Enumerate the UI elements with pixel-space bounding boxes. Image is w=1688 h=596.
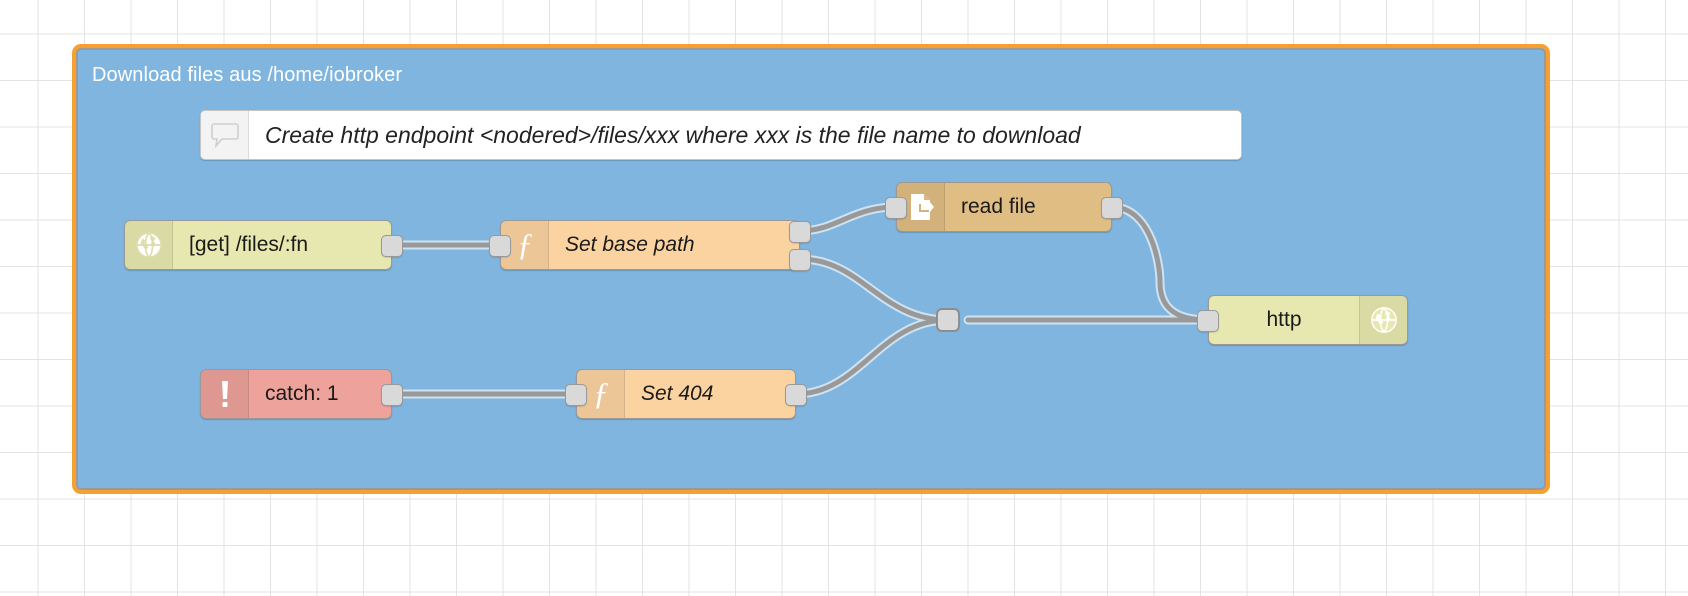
output-port-set-404[interactable] [785,384,807,406]
input-port-set-base-path[interactable] [489,235,511,257]
input-port-http-response[interactable] [1197,310,1219,332]
svg-text:ƒ: ƒ [517,228,533,262]
output-port-read-file[interactable] [1101,197,1123,219]
input-port-set-404[interactable] [565,384,587,406]
input-port-read-file[interactable] [885,197,907,219]
comment-text: Create http endpoint <nodered>/files/xxx… [265,121,1081,148]
node-label-set-404: Set 404 [641,382,714,405]
node-catch[interactable]: catch: 1 [200,369,403,419]
comment-bubble-icon [201,111,249,159]
node-label-set-base-path: Set base path [565,233,695,256]
group-title: Download files aus /home/iobroker [92,64,403,86]
svg-text:ƒ: ƒ [593,377,609,411]
flow-canvas[interactable]: Download files aus /home/iobroker Create… [0,0,1688,596]
comment-node[interactable]: Create http endpoint <nodered>/files/xxx… [200,110,1242,160]
output-port-2-set-base-path[interactable] [789,249,811,271]
node-http-in[interactable]: [get] /files/:fn [124,220,403,270]
node-http-response[interactable]: http [1197,295,1408,345]
node-label-http-response: http [1266,308,1302,331]
output-port-1-set-base-path[interactable] [789,221,811,243]
globe-icon [1359,296,1407,344]
node-read-file[interactable]: read file [885,182,1123,232]
node-label-catch: catch: 1 [265,382,339,405]
node-label-read-file: read file [961,195,1036,218]
node-set-base-path[interactable]: ƒ Set base path [489,220,811,271]
globe-icon [125,221,173,269]
node-set-404[interactable]: ƒ Set 404 [565,369,807,419]
output-port-http-in[interactable] [381,235,403,257]
wire-junction[interactable] [936,308,960,332]
output-port-catch[interactable] [381,384,403,406]
exclamation-icon [201,370,249,418]
node-label-http-in: [get] /files/:fn [189,233,309,256]
